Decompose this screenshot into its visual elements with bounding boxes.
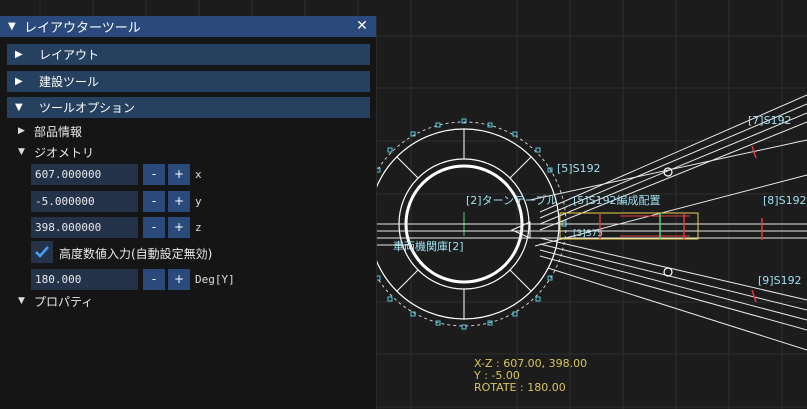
y-axis-label: y bbox=[195, 195, 202, 208]
tree-properties[interactable]: ▼ プロパティ bbox=[18, 292, 93, 310]
x-axis-label: x bbox=[195, 168, 202, 181]
tree-geometry[interactable]: ▼ ジオメトリ bbox=[18, 143, 94, 161]
label-s5: [5]S192 bbox=[557, 162, 601, 175]
expand-triangle-icon: ▶ bbox=[18, 126, 25, 136]
section-construction-tools[interactable]: ▶ 建設ツール bbox=[7, 71, 370, 92]
close-icon[interactable]: ✕ bbox=[354, 17, 370, 35]
z-increment-button[interactable]: + bbox=[168, 217, 190, 238]
x-decrement-button[interactable]: - bbox=[143, 164, 165, 185]
rotation-increment-button[interactable]: + bbox=[168, 269, 190, 290]
tree-part-info[interactable]: ▶ 部品情報 bbox=[18, 122, 82, 140]
label-s192-formation: [5]S192編成配置 bbox=[573, 193, 661, 207]
y-increment-button[interactable]: + bbox=[168, 191, 190, 212]
label-turntable: [2]ターンテーブル bbox=[466, 193, 557, 207]
x-input[interactable]: 607.000000 bbox=[31, 164, 138, 185]
panel-title: レイアウターツール bbox=[24, 21, 141, 36]
panel-titlebar[interactable]: ▼ レイアウターツール ✕ bbox=[0, 16, 376, 37]
rotation-input[interactable]: 180.000 bbox=[31, 269, 138, 290]
height-input-label: 高度数値入力(自動設定無効) bbox=[59, 247, 213, 261]
y-decrement-button[interactable]: - bbox=[143, 191, 165, 212]
z-input[interactable]: 398.000000 bbox=[31, 217, 138, 238]
label-s9: [9]S192 bbox=[758, 274, 802, 287]
tracks[interactable] bbox=[376, 94, 807, 351]
readout-rotate: ROTATE : 180.00 bbox=[474, 381, 566, 394]
tree-geometry-label: ジオメトリ bbox=[34, 145, 95, 160]
section-tool-options-label: ツールオプション bbox=[39, 101, 136, 115]
collapse-triangle-icon: ▼ bbox=[15, 102, 23, 113]
expand-triangle-icon: ▶ bbox=[15, 76, 23, 87]
collapse-triangle-icon: ▼ bbox=[18, 296, 25, 306]
x-increment-button[interactable]: + bbox=[168, 164, 190, 185]
section-layout[interactable]: ▶ レイアウト bbox=[7, 44, 370, 65]
tree-part-info-label: 部品情報 bbox=[34, 124, 83, 139]
rotation-decrement-button[interactable]: - bbox=[143, 269, 165, 290]
z-decrement-button[interactable]: - bbox=[143, 217, 165, 238]
label-s8: [8]S192 bbox=[763, 194, 807, 207]
collapse-triangle-icon: ▼ bbox=[18, 147, 25, 157]
section-construction-label: 建設ツール bbox=[39, 75, 100, 89]
layouter-tool-panel: ▼ レイアウターツール ✕ ▶ レイアウト ▶ 建設ツール ▼ ツールオプション… bbox=[0, 16, 377, 409]
y-input[interactable]: -5.000000 bbox=[31, 191, 138, 212]
section-tool-options[interactable]: ▼ ツールオプション bbox=[7, 97, 370, 118]
z-axis-label: z bbox=[195, 221, 202, 234]
expand-triangle-icon: ▶ bbox=[15, 49, 23, 60]
collapse-triangle-icon[interactable]: ▼ bbox=[8, 21, 18, 32]
rotation-axis-label: Deg[Y] bbox=[195, 273, 235, 286]
label-s7: [7]S192 bbox=[748, 114, 792, 127]
section-layout-label: レイアウト bbox=[39, 48, 100, 62]
height-input-checkbox[interactable] bbox=[31, 241, 53, 263]
tree-properties-label: プロパティ bbox=[34, 294, 94, 309]
checkmark-icon bbox=[35, 246, 49, 258]
label-overlap: 車両機関庫[2] bbox=[393, 239, 464, 253]
label-small: [3]S75 bbox=[573, 229, 603, 239]
